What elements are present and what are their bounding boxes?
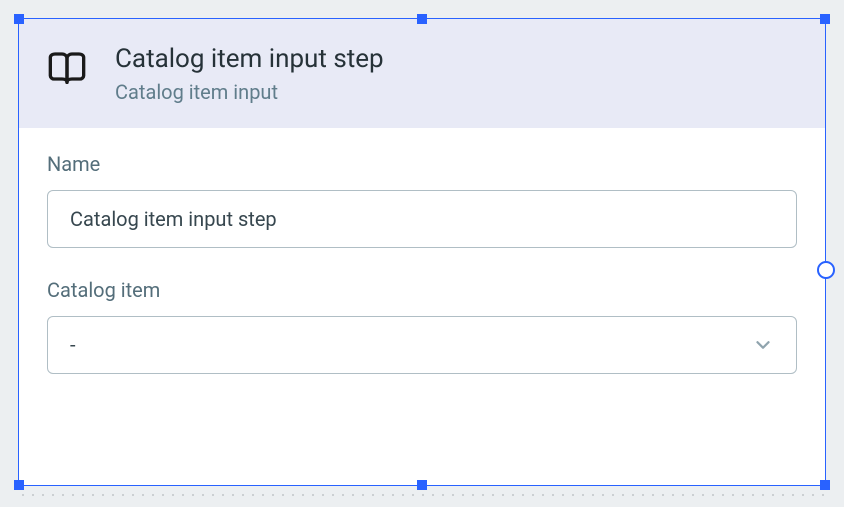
name-input[interactable] [47,190,797,248]
name-field: Name [47,152,797,248]
panel-body: Name Catalog item - [19,128,825,428]
resize-handle-top-middle[interactable] [417,14,427,24]
catalog-item-label: Catalog item [47,278,797,302]
catalog-item-select[interactable]: - [47,316,797,374]
resize-handle-top-right[interactable] [820,14,830,24]
panel-header: Catalog item input step Catalog item inp… [19,19,825,128]
catalog-item-selected-value: - [70,333,76,357]
panel-subtitle: Catalog item input [115,80,384,104]
resize-handle-top-left[interactable] [14,14,24,24]
book-open-icon [47,43,87,89]
resize-handle-bottom-left[interactable] [14,480,24,490]
catalog-item-field: Catalog item - [47,278,797,374]
resize-handle-bottom-right[interactable] [820,480,830,490]
chevron-down-icon [752,334,774,356]
canvas-grid-edge [18,493,826,497]
panel-title: Catalog item input step [115,43,384,76]
step-panel[interactable]: Catalog item input step Catalog item inp… [18,18,826,486]
output-port[interactable] [817,261,835,279]
header-titles: Catalog item input step Catalog item inp… [115,43,384,104]
resize-handle-bottom-middle[interactable] [417,480,427,490]
name-label: Name [47,152,797,176]
